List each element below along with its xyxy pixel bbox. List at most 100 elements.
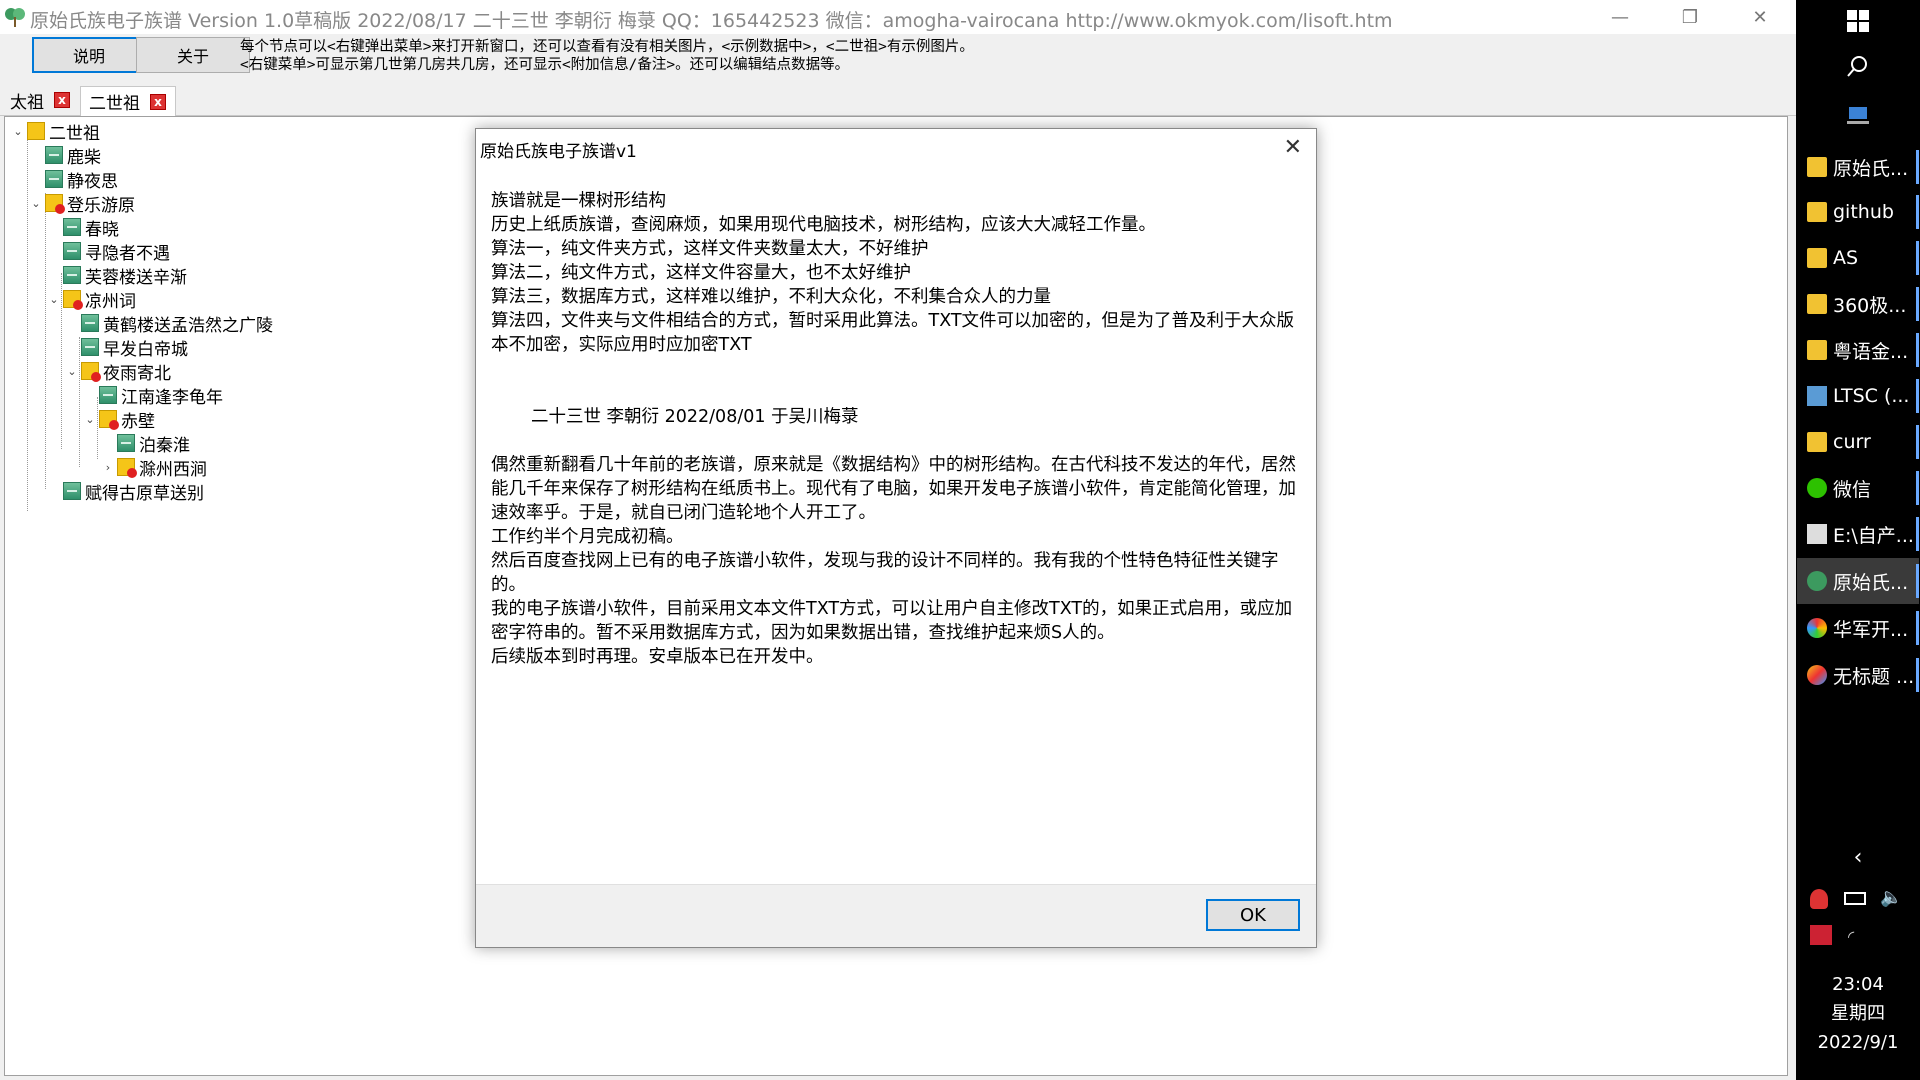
tree-node-label: 凉州词 xyxy=(85,291,136,312)
clock-time: 23:04 xyxy=(1832,974,1884,995)
taskbar-item[interactable]: 粤语金... xyxy=(1797,327,1919,373)
branch-node-icon xyxy=(99,410,119,430)
taskbar-item[interactable]: AS xyxy=(1797,235,1919,281)
clock-weekday: 星期四 xyxy=(1831,1003,1885,1024)
tree-node[interactable]: ⌄ 二世祖 xyxy=(11,119,100,144)
editor-icon xyxy=(1807,524,1827,544)
tab-close-icon[interactable]: x xyxy=(54,92,70,108)
tab-label: 太祖 xyxy=(10,92,44,113)
taskbar-item[interactable]: 华军开... xyxy=(1797,605,1919,651)
tree-node[interactable]: 鹿柴 xyxy=(29,143,101,168)
dialog-para: 后续版本到时再理。安卓版本已在开发中。 xyxy=(491,647,824,667)
dialog-body: 族谱就是一棵树形结构 历史上纸质族谱，查阅麻烦，如果用现代电脑技术，树形结构，应… xyxy=(491,189,1306,669)
tree-node[interactable]: 静夜思 xyxy=(29,167,118,192)
volume-icon[interactable]: 🔈 xyxy=(1880,887,1902,908)
tree-app-icon xyxy=(5,8,25,27)
dialog-para: 然后百度查找网上已有的电子族谱小软件，发现与我的设计不同样的。我有我的个性特色特… xyxy=(491,551,1279,595)
tab-taizu[interactable]: 太祖 x xyxy=(2,86,80,114)
folder-icon xyxy=(1807,432,1827,452)
tab-label: 二世祖 xyxy=(89,94,140,114)
battery-icon[interactable] xyxy=(1844,892,1866,905)
branch-node-icon xyxy=(117,458,137,478)
branch-node-icon xyxy=(63,290,83,310)
restore-button[interactable]: ❐ xyxy=(1655,0,1725,34)
clock-date: 2022/9/1 xyxy=(1817,1032,1899,1053)
leaf-node-icon xyxy=(63,482,81,500)
dialog-signature: 二十三世 李朝衍 2022/08/01 于吴川梅菉 xyxy=(531,407,859,427)
about-button[interactable]: 关于 xyxy=(136,37,250,73)
folder-icon xyxy=(1807,340,1827,360)
tree-node[interactable]: ⌄ 夜雨寄北 xyxy=(65,359,171,384)
wifi-icon[interactable]: ◜ xyxy=(1848,927,1854,946)
tree-node-label: 登乐游原 xyxy=(67,195,135,216)
qq-icon[interactable] xyxy=(1810,889,1828,909)
taskbar-item[interactable]: 原始氏... xyxy=(1797,144,1919,190)
tree-node-label: 夜雨寄北 xyxy=(103,363,171,384)
dialog-line: 历史上纸质族谱，查阅麻烦，如果用现代电脑技术，树形结构，应该大大减轻工作量。 xyxy=(491,215,1156,235)
main-window: 原始氏族电子族谱 Version 1.0草稿版 2022/08/17 二十三世 … xyxy=(0,0,1796,1080)
window-title: 原始氏族电子族谱 Version 1.0草稿版 2022/08/17 二十三世 … xyxy=(30,10,1393,32)
tree-node-label: 滁州西涧 xyxy=(139,459,207,480)
tree-node[interactable]: 寻隐者不遇 xyxy=(47,239,170,264)
folder-icon xyxy=(1807,294,1827,314)
taskbar-item[interactable]: github xyxy=(1797,189,1919,235)
tree-node[interactable]: ⌄ 登乐游原 xyxy=(29,191,135,216)
tab-close-icon[interactable]: x xyxy=(150,93,166,110)
tree-node-label: 春晓 xyxy=(85,219,119,240)
taskbar-item[interactable]: 360极... xyxy=(1797,281,1919,327)
leaf-node-icon xyxy=(117,434,135,452)
expand-icon[interactable]: › xyxy=(101,461,115,474)
title-bar[interactable]: 原始氏族电子族谱 Version 1.0草稿版 2022/08/17 二十三世 … xyxy=(0,0,1796,34)
windows-start-icon[interactable] xyxy=(1796,10,1920,32)
close-window-button[interactable]: ✕ xyxy=(1725,0,1795,34)
tab-ershizu[interactable]: 二世祖 x xyxy=(80,86,176,116)
taskbar-item[interactable]: E:\自产... xyxy=(1797,511,1919,557)
tree-node-label: 静夜思 xyxy=(67,171,118,192)
tree-node[interactable]: 早发白帝城 xyxy=(65,335,188,360)
search-icon[interactable] xyxy=(1796,55,1920,77)
taskbar-item[interactable]: 微信 xyxy=(1797,465,1919,511)
leaf-node-icon xyxy=(45,170,63,188)
tree-node[interactable]: 黄鹤楼送孟浩然之广陵 xyxy=(65,311,273,336)
leaf-node-icon xyxy=(63,266,81,284)
taskbar-item[interactable]: 无标题 ... xyxy=(1797,652,1919,698)
tree-node-label: 赤壁 xyxy=(121,411,155,432)
clock[interactable]: 23:04 星期四 2022/9/1 xyxy=(1796,970,1920,1057)
task-view-icon[interactable] xyxy=(1796,105,1920,127)
collapse-icon[interactable]: ⌄ xyxy=(47,293,61,306)
help-button[interactable]: 说明 xyxy=(32,37,146,73)
dialog-para: 偶然重新翻看几十年前的老族谱，原来就是《数据结构》中的树形结构。在古代科技不发达… xyxy=(491,455,1296,523)
collapse-icon[interactable]: ⌄ xyxy=(83,413,97,426)
tree-node[interactable]: 泊秦淮 xyxy=(101,431,190,456)
folder-icon xyxy=(1807,248,1827,268)
collapse-icon[interactable]: ⌄ xyxy=(65,365,79,378)
dialog-line: 算法四，文件夹与文件相结合的方式，暂时采用此算法。TXT文件可以加密的，但是为了… xyxy=(491,311,1295,355)
dialog-line: 族谱就是一棵树形结构 xyxy=(491,191,666,211)
taskbar-item-active[interactable]: 原始氏... xyxy=(1797,558,1919,604)
dialog-para: 工作约半个月完成初稿。 xyxy=(491,527,684,547)
chevron-left-icon[interactable]: ‹ xyxy=(1796,845,1920,870)
minimize-button[interactable]: — xyxy=(1585,0,1655,34)
tree-node-label: 寻隐者不遇 xyxy=(85,243,170,264)
collapse-icon[interactable]: ⌄ xyxy=(29,197,43,210)
tree-node[interactable]: 芙蓉楼送辛渐 xyxy=(47,263,187,288)
drive-icon xyxy=(1807,386,1827,406)
dialog-close-icon[interactable]: ✕ xyxy=(1284,135,1302,160)
branch-node-icon xyxy=(81,362,101,382)
taskbar-item[interactable]: curr xyxy=(1797,419,1919,465)
tree-node[interactable]: ⌄ 凉州词 xyxy=(47,287,136,312)
tree-node[interactable]: 江南逢李龟年 xyxy=(83,383,223,408)
folder-icon xyxy=(1807,157,1827,177)
dialog-line: 算法三，数据库方式，这样难以维护，不利大众化，不利集合众人的力量 xyxy=(491,287,1051,307)
tree-node[interactable]: › 滁州西涧 xyxy=(101,455,207,480)
leaf-node-icon xyxy=(63,218,81,236)
tree-node[interactable]: ⌄ 赤壁 xyxy=(83,407,155,432)
tree-node[interactable]: 赋得古原草送别 xyxy=(47,479,204,504)
ok-button[interactable]: OK xyxy=(1206,899,1300,931)
hint-line-2: <右键菜单>可显示第几世第几房共几房，还可显示<附加信息/备注>。还可以编辑结点… xyxy=(240,57,850,73)
app-tray-icon[interactable] xyxy=(1810,925,1832,945)
collapse-icon[interactable]: ⌄ xyxy=(11,125,25,138)
taskbar-item[interactable]: LTSC (... xyxy=(1797,373,1919,419)
leaf-node-icon xyxy=(81,338,99,356)
tree-node[interactable]: 春晓 xyxy=(47,215,119,240)
